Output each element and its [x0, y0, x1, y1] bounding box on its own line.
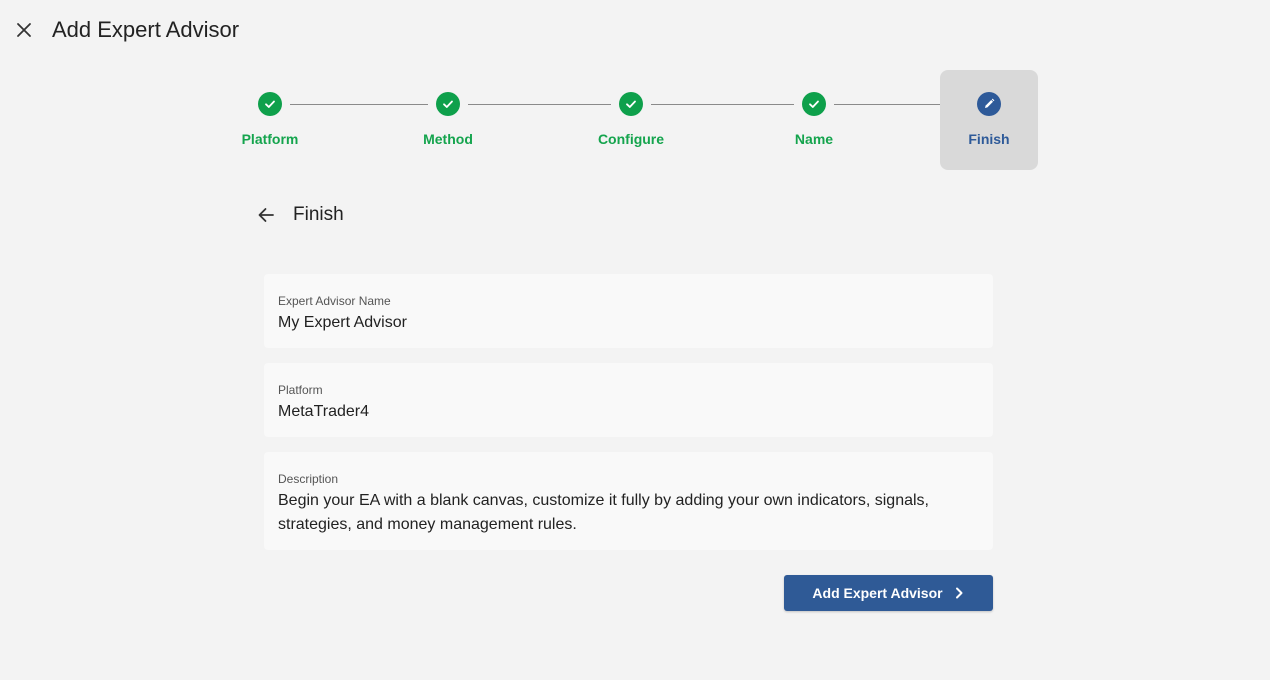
arrow-left-icon [258, 208, 274, 222]
chevron-right-icon [955, 587, 963, 599]
add-expert-advisor-button[interactable]: Add Expert Advisor [784, 575, 993, 611]
step-complete-badge [802, 92, 826, 116]
field-label: Expert Advisor Name [278, 294, 391, 308]
step-current-badge [977, 92, 1001, 116]
step-complete-badge [436, 92, 460, 116]
step-label: Method [423, 131, 473, 147]
expert-advisor-name-field: Expert Advisor Name My Expert Advisor [264, 274, 993, 348]
step-name[interactable]: Name [765, 70, 863, 170]
section-title: Finish [293, 204, 344, 225]
button-label: Add Expert Advisor [812, 585, 943, 601]
field-label: Platform [278, 383, 323, 397]
step-complete-badge [619, 92, 643, 116]
step-method[interactable]: Method [399, 70, 497, 170]
step-platform[interactable]: Platform [221, 70, 319, 170]
check-icon [265, 100, 275, 108]
step-complete-badge [258, 92, 282, 116]
pencil-icon [985, 98, 995, 108]
step-label: Name [794, 131, 834, 147]
check-icon [443, 100, 453, 108]
field-label: Description [278, 472, 339, 486]
field-value: Begin your EA with a blank canvas, custo… [278, 492, 929, 533]
platform-field: Platform MetaTrader4 [264, 363, 993, 437]
description-field: Description Begin your EA with a blank c… [264, 452, 993, 550]
step-configure[interactable]: Configure [582, 70, 680, 170]
check-icon [809, 100, 819, 108]
check-icon [626, 100, 636, 108]
step-finish[interactable]: Finish [940, 70, 1038, 170]
step-label: Platform [241, 131, 299, 147]
back-button[interactable] [254, 203, 278, 227]
field-value: MetaTrader4 [278, 403, 369, 420]
stepper: Platform Method Configure Name Finish [0, 0, 1270, 180]
step-label: Configure [597, 131, 665, 147]
step-label: Finish [968, 131, 1010, 147]
field-value: My Expert Advisor [278, 314, 407, 331]
